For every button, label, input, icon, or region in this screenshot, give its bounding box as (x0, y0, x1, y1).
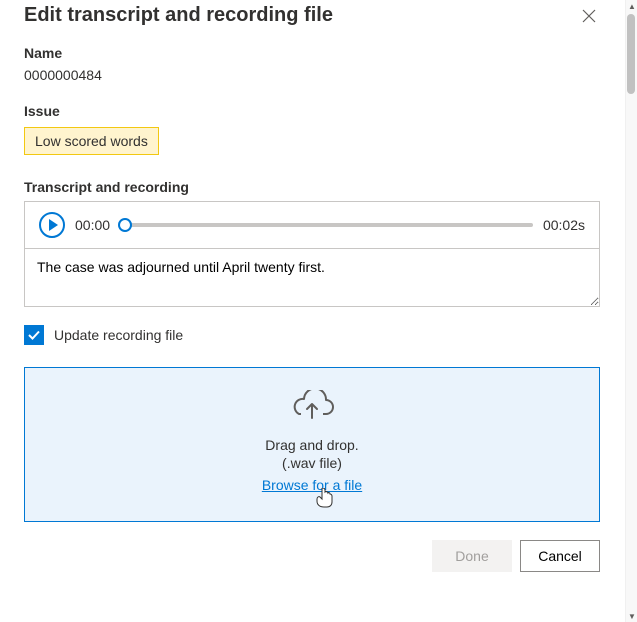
duration-time: 00:02s (543, 217, 585, 233)
update-recording-label: Update recording file (54, 327, 183, 343)
name-value: 0000000484 (24, 67, 600, 83)
close-button[interactable] (578, 5, 600, 27)
file-dropzone[interactable]: Drag and drop. (.wav file) Browse for a … (24, 367, 600, 522)
scrollbar[interactable]: ▲ ▼ (625, 0, 637, 622)
transcript-card: 00:00 00:02s (24, 201, 600, 307)
play-icon (49, 219, 58, 231)
checkmark-icon (27, 328, 41, 342)
issue-chip: Low scored words (24, 127, 159, 155)
transcript-textarea[interactable] (25, 248, 599, 306)
current-time: 00:00 (75, 217, 110, 233)
scroll-down-arrow[interactable]: ▼ (626, 610, 637, 622)
transcript-label: Transcript and recording (24, 179, 600, 195)
dialog-title: Edit transcript and recording file (24, 4, 333, 27)
seek-slider[interactable] (120, 218, 533, 232)
close-icon (582, 9, 596, 23)
update-recording-checkbox[interactable] (24, 325, 44, 345)
done-button: Done (432, 540, 512, 572)
dropzone-text-2: (.wav file) (35, 455, 589, 471)
upload-cloud-icon (35, 390, 589, 425)
issue-label: Issue (24, 103, 600, 119)
cancel-button[interactable]: Cancel (520, 540, 600, 572)
audio-player: 00:00 00:02s (25, 202, 599, 248)
browse-file-link[interactable]: Browse for a file (262, 477, 362, 493)
play-button[interactable] (39, 212, 65, 238)
scroll-thumb[interactable] (627, 14, 635, 94)
scroll-up-arrow[interactable]: ▲ (626, 0, 637, 12)
slider-thumb[interactable] (118, 218, 132, 232)
pointer-cursor-icon (316, 488, 334, 511)
name-label: Name (24, 45, 600, 61)
dropzone-text-1: Drag and drop. (35, 437, 589, 453)
slider-track (120, 223, 533, 227)
